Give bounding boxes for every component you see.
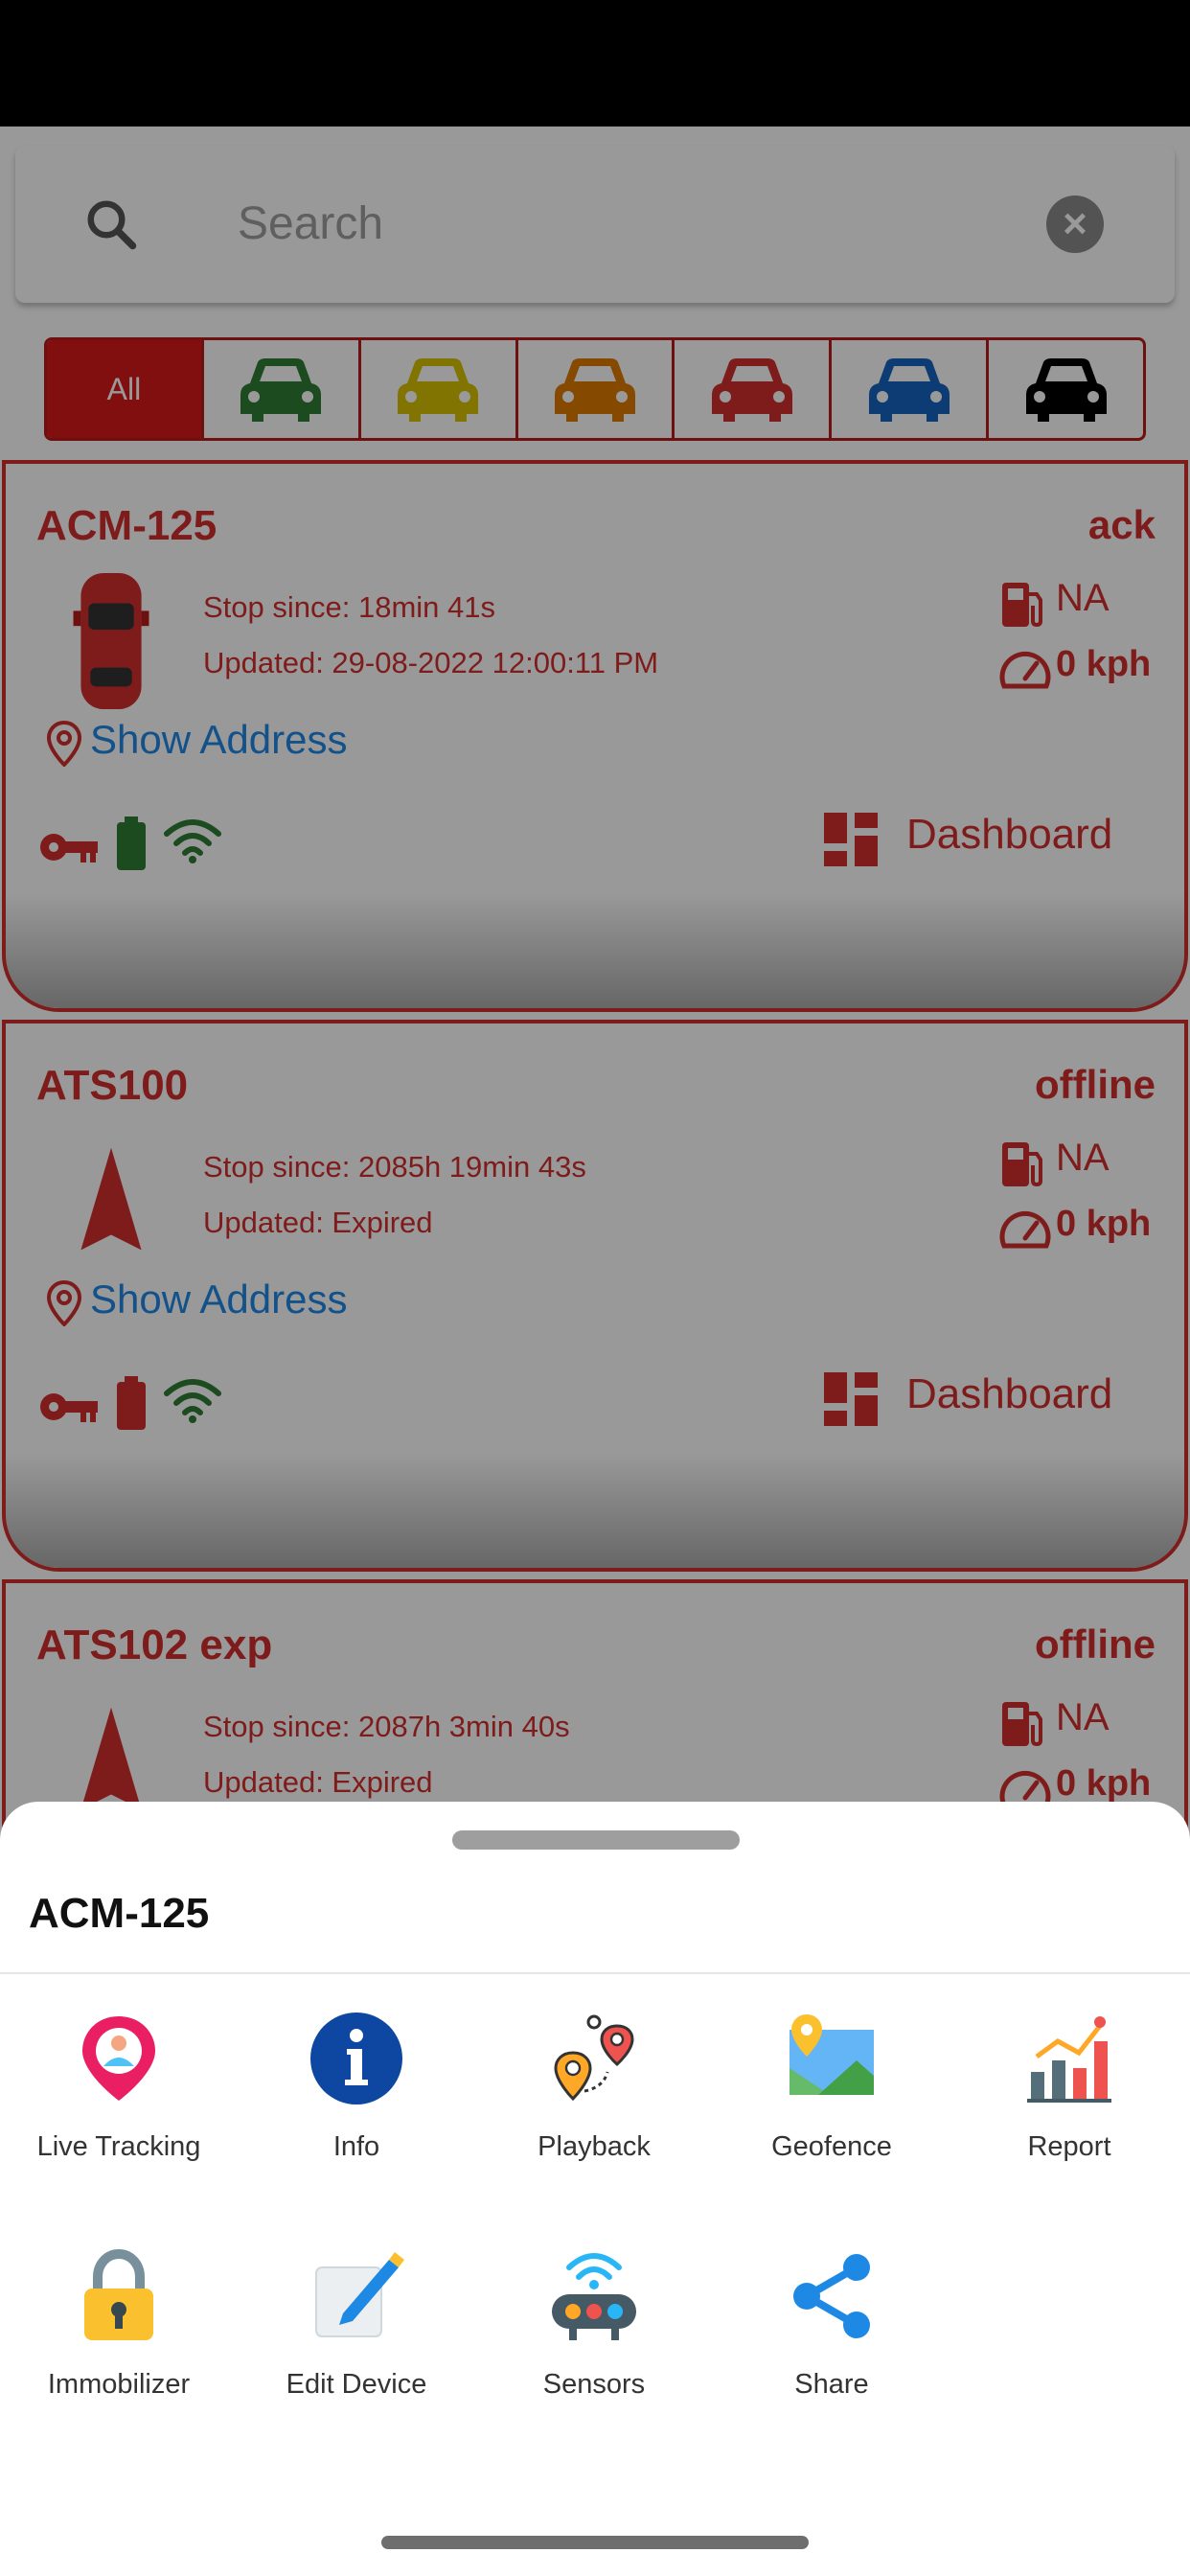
action-report[interactable]: Report — [950, 2011, 1188, 2163]
lock-icon — [84, 2248, 153, 2340]
action-geofence[interactable]: Geofence — [713, 2011, 950, 2163]
action-live-tracking[interactable]: Live Tracking — [0, 2011, 238, 2163]
info-icon — [310, 2012, 402, 2104]
action-edit-device[interactable]: Edit Device — [238, 2248, 475, 2401]
action-share[interactable]: Share — [713, 2248, 950, 2401]
action-label: Report — [1027, 2131, 1111, 2162]
action-playback[interactable]: Playback — [475, 2011, 713, 2163]
divider — [0, 1972, 1190, 1974]
geofence-icon — [790, 2014, 874, 2095]
action-label: Geofence — [771, 2131, 892, 2162]
share-icon — [793, 2254, 870, 2338]
action-label: Edit Device — [286, 2369, 427, 2400]
edit-icon — [315, 2252, 404, 2337]
live-tracking-icon — [82, 2016, 155, 2101]
action-label: Immobilizer — [47, 2369, 191, 2400]
status-bar — [0, 0, 1190, 126]
device-actions-sheet: ACM-125 Live Tracking Info Playback Geof… — [0, 1802, 1190, 2576]
action-label: Live Tracking — [36, 2131, 201, 2162]
action-immobilizer[interactable]: Immobilizer — [0, 2248, 238, 2401]
home-indicator[interactable] — [381, 2536, 809, 2549]
action-label: Share — [794, 2369, 869, 2400]
action-info[interactable]: Info — [238, 2011, 475, 2163]
report-icon — [1027, 2016, 1111, 2103]
sheet-drag-handle[interactable] — [452, 1830, 740, 1850]
sheet-title: ACM-125 — [29, 1890, 210, 1937]
action-label: Sensors — [542, 2369, 646, 2400]
sensors-icon — [552, 2253, 636, 2340]
action-label: Playback — [538, 2131, 651, 2162]
playback-icon — [554, 2014, 634, 2102]
action-label: Info — [332, 2131, 380, 2162]
action-sensors[interactable]: Sensors — [475, 2248, 713, 2401]
